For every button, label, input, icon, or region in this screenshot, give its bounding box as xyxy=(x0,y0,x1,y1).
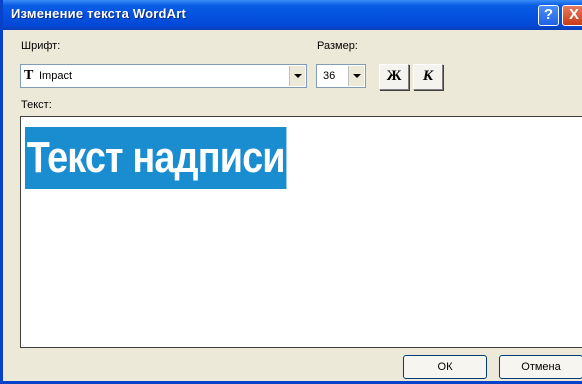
bold-button[interactable]: Ж xyxy=(379,64,409,90)
size-value: 36 xyxy=(323,70,336,82)
help-button[interactable]: ? xyxy=(538,5,559,26)
cancel-button[interactable]: Отмена xyxy=(499,355,582,379)
truetype-icon: T xyxy=(24,68,34,83)
font-label: Шрифт: xyxy=(21,40,61,52)
size-label: Размер: xyxy=(317,40,358,52)
ok-button[interactable]: ОК xyxy=(403,355,487,379)
italic-button[interactable]: К xyxy=(413,64,443,90)
dialog-title: Изменение текста WordArt xyxy=(11,6,187,21)
chevron-down-icon[interactable] xyxy=(348,66,364,86)
font-value: Impact xyxy=(39,70,73,82)
size-select[interactable]: 36 xyxy=(316,64,366,88)
font-select[interactable]: T Impact xyxy=(20,64,307,88)
close-button[interactable]: X xyxy=(562,5,582,26)
chevron-down-icon[interactable] xyxy=(289,66,305,86)
title-bar[interactable]: Изменение текста WordArt ? X xyxy=(3,0,582,30)
wordart-dialog: Изменение текста WordArt ? X Шрифт: T Im… xyxy=(0,0,582,384)
text-input[interactable]: Текст надписи xyxy=(20,116,582,348)
text-content-selected[interactable]: Текст надписи xyxy=(25,127,287,189)
text-label: Текст: xyxy=(21,99,52,111)
